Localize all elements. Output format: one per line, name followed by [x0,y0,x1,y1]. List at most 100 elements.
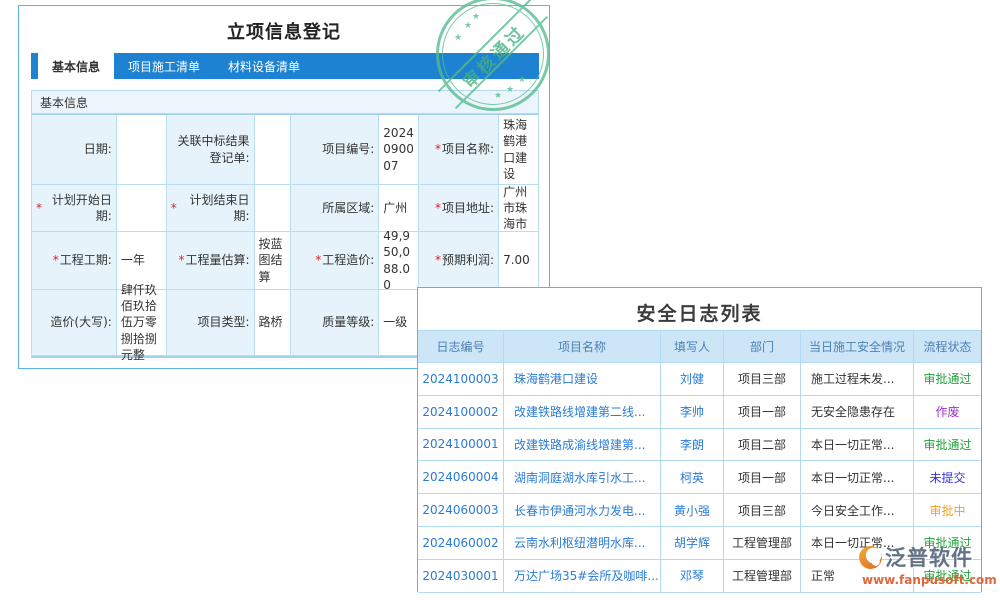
col-header-flow-status[interactable]: 流程状态 [914,331,981,362]
table-row: 2024100001 改建铁路成渝线增建第... 李朗 项目二部 本日一切正常.… [418,429,981,462]
col-header-log-no[interactable]: 日志编号 [418,331,504,362]
col-header-project-name[interactable]: 项目名称 [504,331,661,362]
safety-log-title: 安全日志列表 [418,299,981,326]
vendor-url: www.fanpusoft.com [858,573,996,587]
field-label-plan-start: *计划开始日期: [32,185,117,232]
safety-status-cell: 无安全隐患存在 [801,396,914,428]
department-cell: 工程管理部 [724,560,801,592]
field-value-project-name: 珠海鹤港口建设 [499,115,539,185]
writer-link[interactable]: 李朗 [680,436,704,453]
log-no-link[interactable]: 2024060002 [422,536,498,550]
writer-link[interactable]: 柯英 [680,469,704,486]
tab-bar: 基本信息 项目施工清单 材料设备清单 [31,53,539,79]
col-header-department[interactable]: 部门 [724,331,801,362]
col-header-safety-status[interactable]: 当日施工安全情况 [801,331,914,362]
field-label-quality-grade: 质量等级: [291,290,379,356]
department-cell: 项目一部 [724,396,801,428]
field-label-expected-profit: *预期利润: [419,232,499,290]
status-badge: 审批中 [929,502,965,519]
form-row: *计划开始日期: *计划结束日期: 所属区域: 广州 *项目地址: 广州市珠海市 [32,185,539,232]
fanpu-swirl-icon [858,545,883,570]
field-label-bid-result: 关联中标结果登记单: [167,115,255,185]
safety-status-cell: 今日安全工作... [801,494,914,526]
field-value-cost-words: 肆仟玖佰玖拾伍万零捌拾捌元整 [117,290,167,356]
field-label-plan-end: *计划结束日期: [167,185,255,232]
field-label-project-cost: *工程造价: [291,232,379,290]
log-no-link[interactable]: 2024100003 [422,372,498,386]
project-name-link[interactable]: 长春市伊通河水力发电... [514,502,645,519]
vendor-name: 泛普软件 [885,542,973,572]
writer-link[interactable]: 李帅 [680,403,704,420]
required-mark: * [53,252,59,268]
field-value-project-type: 路桥 [255,290,292,356]
status-badge: 作废 [935,403,959,420]
page-title: 立项信息登记 [19,18,549,44]
field-value-date [117,115,167,185]
field-value-plan-start [117,185,167,232]
field-value-project-cost: 49,950,088.00 [379,232,419,290]
field-label-project-name: *项目名称: [419,115,499,185]
table-row: 2024100002 改建铁路线增建第二线... 李帅 项目一部 无安全隐患存在… [418,396,981,429]
field-label-region: 所属区域: [291,185,379,232]
required-mark: * [435,252,441,268]
field-label-duration: *工程工期: [32,232,117,290]
required-mark: * [171,200,177,216]
project-name-link[interactable]: 珠海鹤港口建设 [514,370,598,387]
table-row: 2024060003 长春市伊通河水力发电... 黄小强 项目三部 今日安全工作… [418,494,981,527]
field-value-bid-result [255,115,292,185]
safety-status-cell: 本日一切正常... [801,429,914,461]
section-header: 基本信息 [31,90,539,114]
writer-link[interactable]: 黄小强 [674,502,710,519]
department-cell: 项目三部 [724,363,801,395]
department-cell: 项目二部 [724,429,801,461]
log-no-link[interactable]: 2024100002 [422,405,498,419]
field-value-expected-profit: 7.00 [499,232,539,290]
writer-link[interactable]: 邓琴 [680,567,704,584]
table-row: 2024100003 珠海鹤港口建设 刘健 项目三部 施工过程未发... 审批通… [418,363,981,396]
col-header-writer[interactable]: 填写人 [661,331,724,362]
field-value-region: 广州 [379,185,419,232]
vendor-logo: 泛普软件 www.fanpusoft.com [858,542,996,590]
form-row: 日期: 关联中标结果登记单: 项目编号: 2024090007 *项目名称: 珠… [32,115,539,185]
safety-status-cell: 本日一切正常... [801,461,914,493]
table-row: 2024060004 湖南洞庭湖水库引水工... 柯英 项目一部 本日一切正常.… [418,461,981,494]
writer-link[interactable]: 胡学辉 [674,534,710,551]
tab-material-equipment-list[interactable]: 材料设备清单 [214,53,314,79]
status-badge: 未提交 [929,469,965,486]
required-mark: * [36,200,42,216]
log-no-link[interactable]: 2024060003 [422,503,498,517]
tab-basic-info[interactable]: 基本信息 [38,53,114,79]
field-label-cost-words: 造价(大写): [32,290,117,356]
status-badge: 审批通过 [923,436,971,453]
field-label-project-type: 项目类型: [167,290,255,356]
log-no-link[interactable]: 2024100001 [422,437,498,451]
department-cell: 项目三部 [724,494,801,526]
field-value-project-no: 2024090007 [379,115,419,185]
writer-link[interactable]: 刘健 [680,370,704,387]
project-name-link[interactable]: 云南水利枢纽潜明水库... [514,534,645,551]
project-name-link[interactable]: 湖南洞庭湖水库引水工... [514,469,645,486]
field-value-quality-grade: 一级 [379,290,419,356]
log-no-link[interactable]: 2024030001 [422,569,498,583]
required-mark: * [179,252,185,268]
tab-construction-list[interactable]: 项目施工清单 [114,53,214,79]
field-label-quantity-estimate: *工程量估算: [167,232,255,290]
project-name-link[interactable]: 改建铁路成渝线增建第... [514,436,645,453]
department-cell: 工程管理部 [724,527,801,559]
required-mark: * [435,141,441,157]
table-header-row: 日志编号 项目名称 填写人 部门 当日施工安全情况 流程状态 [418,330,981,363]
field-label-project-no: 项目编号: [291,115,379,185]
project-name-link[interactable]: 万达广场35#会所及咖啡... [514,567,659,584]
required-mark: * [315,252,321,268]
field-label-date: 日期: [32,115,117,185]
field-label-address: *项目地址: [419,185,499,232]
form-row: *工程工期: 一年 *工程量估算: 按蓝图结算 *工程造价: 49,950,08… [32,232,539,290]
field-value-quantity-estimate: 按蓝图结算 [255,232,292,290]
project-name-link[interactable]: 改建铁路线增建第二线... [514,403,645,420]
log-no-link[interactable]: 2024060004 [422,470,498,484]
department-cell: 项目一部 [724,461,801,493]
required-mark: * [435,200,441,216]
field-value-plan-end [255,185,292,232]
safety-status-cell: 施工过程未发... [801,363,914,395]
field-value-address: 广州市珠海市 [499,185,539,232]
